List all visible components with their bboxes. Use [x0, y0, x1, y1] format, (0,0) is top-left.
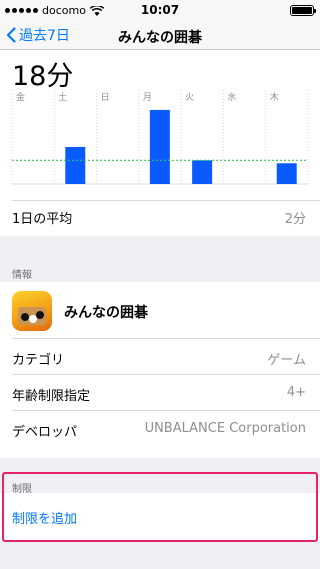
divider: [12, 200, 320, 201]
usage-bar: [192, 160, 213, 184]
day-label: 金: [16, 91, 25, 103]
info-section-header: 情報: [12, 270, 32, 281]
day-label: 日: [101, 92, 110, 103]
back-button[interactable]: 過去7日: [6, 25, 70, 45]
chevron-left-icon: [6, 27, 16, 43]
age-rating-value: 4+: [286, 385, 306, 400]
info-card: みんなの囲碁 カテゴリ ゲーム 年齢制限指定 4+ デベロッパ UNBALANC…: [0, 282, 320, 458]
category-label: カテゴリ: [12, 353, 65, 368]
day-label: 月: [143, 92, 152, 103]
app-icon: [12, 291, 52, 331]
back-label: 過去7日: [19, 28, 70, 44]
highlight-frame: [2, 472, 318, 542]
usage-bar: [276, 163, 297, 184]
day-label: 水: [227, 91, 236, 103]
navigation-bar: 過去7日 みんなの囲碁: [0, 20, 320, 50]
info-row-age-rating: 年齢制限指定 4+: [12, 374, 320, 410]
day-label: 土: [58, 91, 67, 103]
category-value: ゲーム: [267, 353, 306, 368]
usage-bar: [149, 109, 170, 184]
age-rating-label: 年齢制限指定: [12, 389, 91, 404]
daily-average-value: 2分: [284, 212, 306, 227]
status-bar: docomo 10:07: [0, 0, 320, 20]
info-row-category: カテゴリ ゲーム: [12, 338, 320, 374]
clock: 10:07: [140, 3, 180, 17]
usage-bar: [65, 146, 86, 184]
day-label: 火: [185, 92, 194, 103]
developer-value: UNBALANCE Corporation: [144, 421, 306, 436]
day-label: 木: [270, 91, 279, 103]
developer-label: デベロッパ: [12, 425, 78, 440]
battery-icon: [290, 5, 316, 16]
info-row-developer: デベロッパ UNBALANCE Corporation: [12, 410, 320, 446]
app-name: みんなの囲碁: [64, 305, 148, 321]
daily-average-label: 1日の平均: [12, 212, 73, 227]
usage-card: 18分 金土日月火水木 1日の平均 2分: [0, 50, 320, 236]
